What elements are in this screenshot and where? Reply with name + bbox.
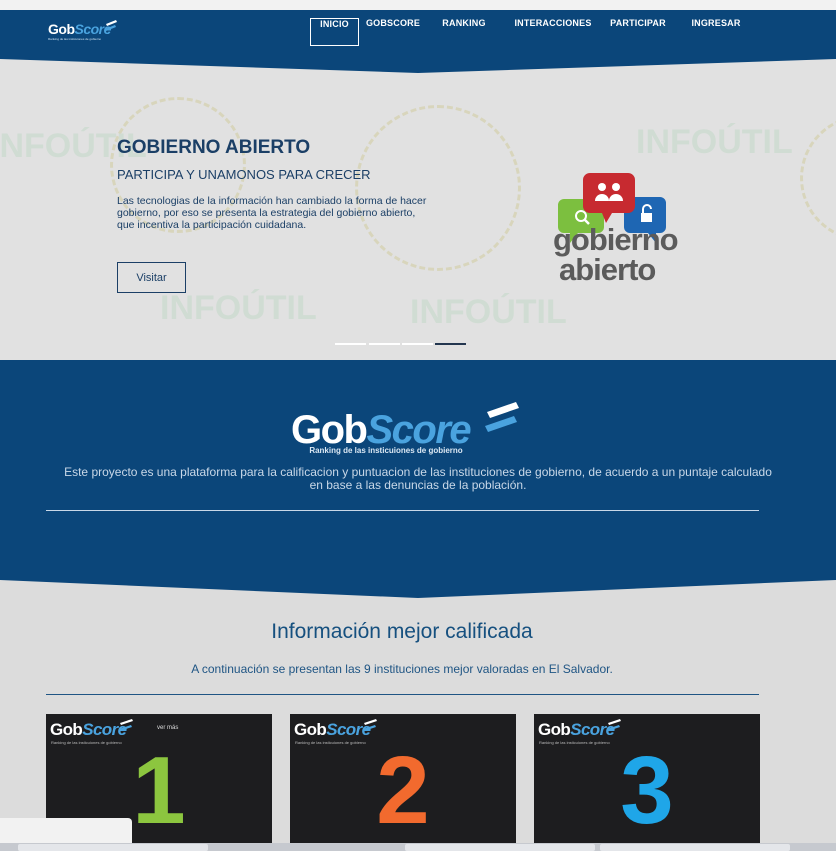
hero-title: GOBIERNO ABIERTO xyxy=(117,137,311,158)
logo-word-gob: Gob xyxy=(48,21,75,37)
nav-item-interacciones[interactable]: INTERACCIONES xyxy=(508,18,598,44)
browser-top-strip xyxy=(0,0,836,10)
carousel-dot-1[interactable] xyxy=(335,343,366,345)
popup-panel-edge xyxy=(0,818,132,844)
nav-item-gobscore[interactable]: GOBSCORE xyxy=(365,18,421,44)
about-description: Este proyecto es una plataforma para la … xyxy=(64,465,772,492)
nav-item-inicio[interactable]: INICIO xyxy=(310,18,359,46)
carousel-dot-4[interactable] xyxy=(435,343,466,345)
carousel-dot-2[interactable] xyxy=(369,343,400,345)
ga-text-line1: gobierno xyxy=(553,222,679,257)
ga-text-line2: abierto xyxy=(559,252,656,287)
logo-stripes-icon xyxy=(363,719,377,731)
taskbar-item[interactable] xyxy=(600,844,790,851)
hero-description: Las tecnologias de la información han ca… xyxy=(117,195,427,231)
info-divider xyxy=(46,694,759,695)
hero-subtitle: PARTICIPA Y UNAMONOS PARA CRECER xyxy=(117,167,371,182)
infoutil-watermark: INFOÚTIL xyxy=(410,293,567,331)
info-section-title: Información mejor calificada xyxy=(271,620,533,643)
nav-item-ranking[interactable]: RANKING xyxy=(439,18,489,44)
infoutil-watermark: INFOÚTIL xyxy=(160,289,317,327)
seal-watermark xyxy=(800,115,836,241)
gobscore-logo[interactable]: GobScore Ranking de las insticuiones de … xyxy=(48,20,128,45)
logo-stripes-icon xyxy=(485,402,519,432)
logo-stripes-icon xyxy=(105,20,117,31)
nav-item-ingresar[interactable]: INGRESAR xyxy=(686,18,746,44)
taskbar-item[interactable] xyxy=(405,844,595,851)
ranking-card-2[interactable]: GobScore Ranking de las insticuiones de … xyxy=(290,714,516,851)
logo-tagline: Ranking de las insticuiones de gobierno xyxy=(309,446,463,455)
logo-stripes-icon xyxy=(119,719,133,731)
hero-carousel: INFOÚTIL INFOÚTIL INFOÚTIL INFOÚTIL GOBI… xyxy=(0,55,836,360)
visit-button[interactable]: Visitar xyxy=(117,262,186,293)
info-section-subtitle: A continuación se presentan las 9 instit… xyxy=(191,662,613,676)
about-bottom-notch xyxy=(0,579,836,598)
os-taskbar xyxy=(0,843,836,851)
top-navbar: GobScore Ranking de las insticuiones de … xyxy=(0,10,836,55)
seal-watermark xyxy=(355,105,521,271)
hero-top-notch xyxy=(0,55,836,73)
about-section: GobScore Ranking de las insticuiones de … xyxy=(0,360,836,598)
about-divider xyxy=(46,510,759,511)
taskbar-item[interactable] xyxy=(18,844,208,851)
carousel-dot-3[interactable] xyxy=(402,343,433,345)
ranking-card-3[interactable]: GobScore Ranking de las insticuiones de … xyxy=(534,714,760,851)
logo-tagline: Ranking de las insticuiones de gobierno xyxy=(48,37,102,41)
card-extra-text: ver más xyxy=(157,725,179,731)
gobscore-large-logo: GobScore Ranking de las insticuiones de … xyxy=(291,402,531,463)
nav-item-participar[interactable]: PARTICIPAR xyxy=(608,18,668,44)
rank-number: 2 xyxy=(376,737,430,844)
gobierno-abierto-logo-text: gobierno abierto xyxy=(553,222,679,287)
rank-number: 3 xyxy=(620,737,674,844)
logo-stripes-icon xyxy=(607,719,621,731)
